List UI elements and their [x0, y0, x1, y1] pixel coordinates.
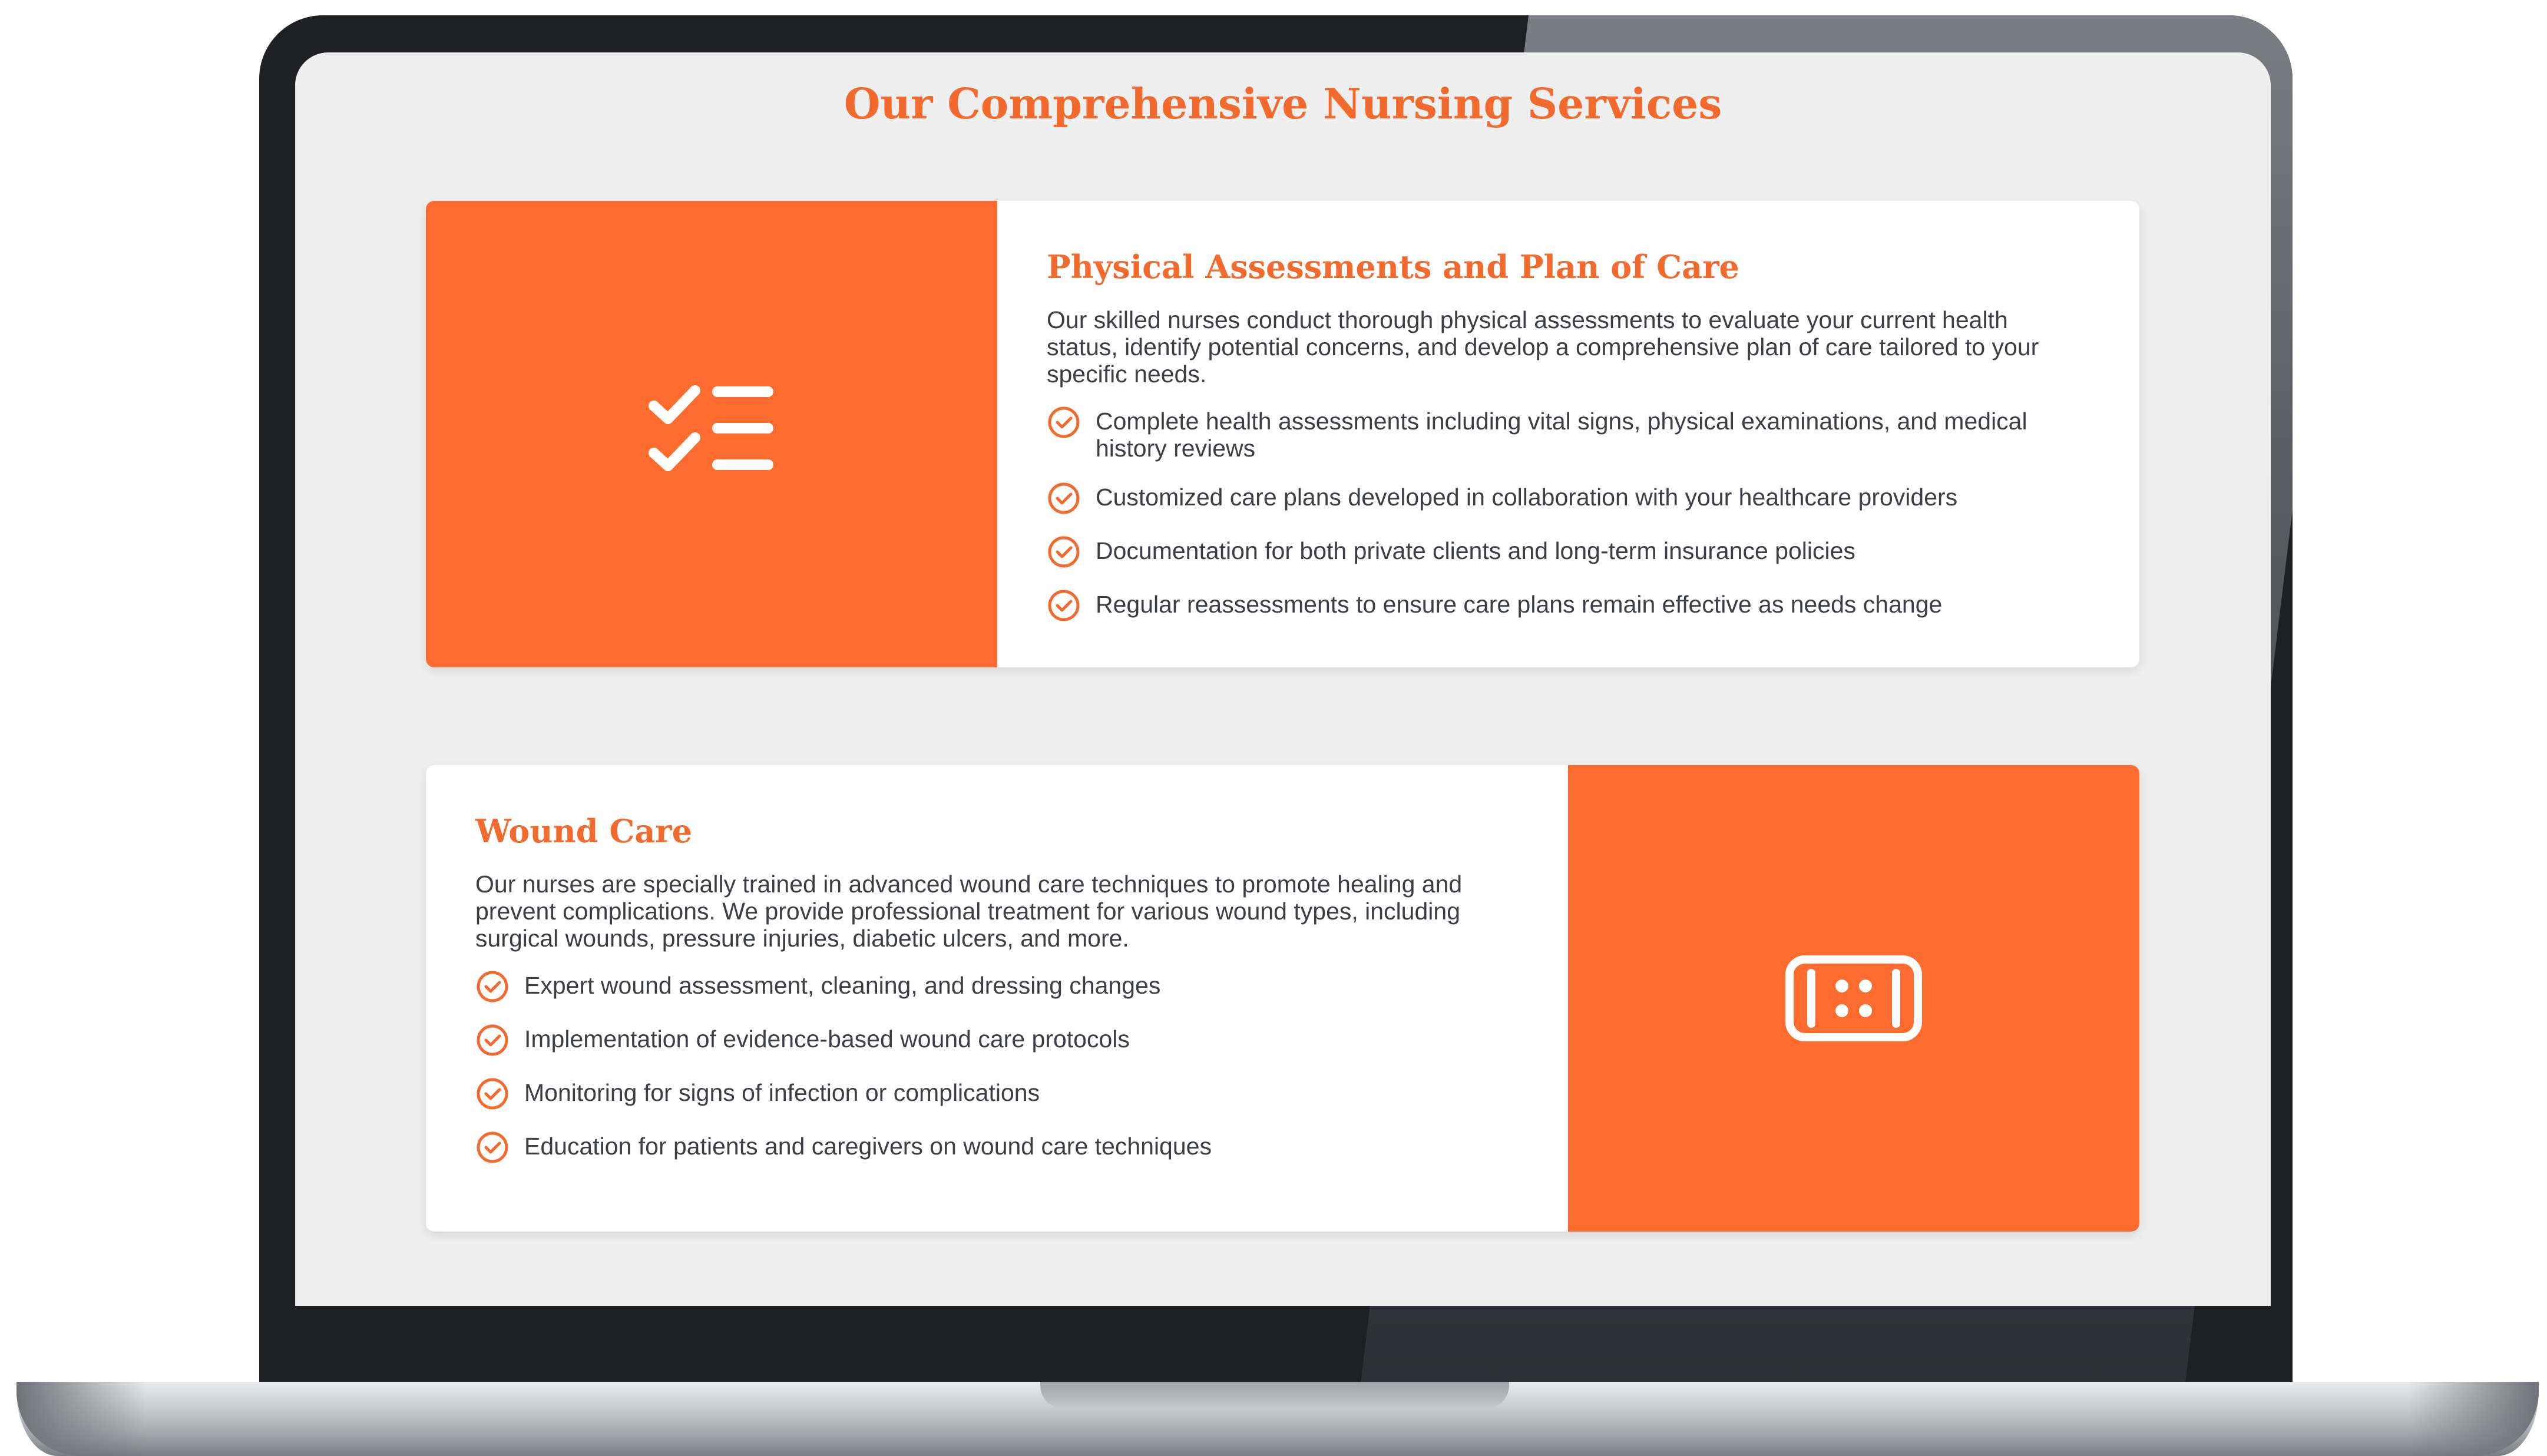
- feature-item: Customized care plans developed in colla…: [1047, 482, 2090, 515]
- check-circle-icon: [477, 1131, 508, 1163]
- check-circle-icon: [477, 971, 508, 1002]
- service-description: Our skilled nurses conduct thorough phys…: [1047, 306, 2039, 388]
- feature-list: Complete health assessments including vi…: [1047, 406, 2090, 623]
- feature-item: Expert wound assessment, cleaning, and d…: [475, 971, 1519, 1004]
- feature-list: Expert wound assessment, cleaning, and d…: [475, 971, 1519, 1164]
- check-circle-icon: [1048, 536, 1080, 568]
- page-title: Our Comprehensive Nursing Services: [844, 79, 1722, 128]
- screen: Our Comprehensive Nursing Services Physi…: [295, 52, 2271, 1306]
- feature-item: Education for patients and caregivers on…: [475, 1131, 1519, 1164]
- feature-item: Regular reassessments to ensure care pla…: [1047, 590, 2090, 623]
- service-card-wound-care: Wound Care Our nurses are specially trai…: [426, 765, 2139, 1232]
- check-circle-icon: [1048, 482, 1080, 514]
- feature-text: Education for patients and caregivers on…: [524, 1132, 1212, 1160]
- service-content: Physical Assessments and Plan of Care Ou…: [997, 201, 2139, 667]
- check-circle-icon: [477, 1078, 508, 1110]
- service-media: [1568, 765, 2139, 1232]
- check-circle-icon: [1048, 590, 1080, 621]
- feature-text: Expert wound assessment, cleaning, and d…: [524, 971, 1161, 999]
- check-circle-icon: [1048, 406, 1080, 438]
- service-card-physical-assessments: Physical Assessments and Plan of Care Ou…: [426, 201, 2139, 667]
- feature-text: Monitoring for signs of infection or com…: [524, 1078, 1040, 1106]
- service-title: Physical Assessments and Plan of Care: [1047, 248, 1739, 286]
- feature-item: Complete health assessments including vi…: [1047, 406, 2090, 462]
- feature-text: Regular reassessments to ensure care pla…: [1096, 590, 1943, 618]
- service-description: Our nurses are specially trained in adva…: [475, 870, 1463, 952]
- bandage-icon: [1785, 955, 1922, 1041]
- feature-item: Implementation of evidence-based wound c…: [475, 1024, 1519, 1057]
- feature-text: Documentation for both private clients a…: [1096, 537, 1855, 564]
- checklist-icon: [649, 385, 773, 471]
- service-title: Wound Care: [475, 812, 693, 850]
- feature-text: Customized care plans developed in colla…: [1096, 483, 1958, 511]
- check-circle-icon: [477, 1024, 508, 1056]
- feature-item: Documentation for both private clients a…: [1047, 536, 2090, 569]
- service-content: Wound Care Our nurses are specially trai…: [426, 765, 1568, 1232]
- laptop-notch: [1040, 1382, 1509, 1409]
- feature-item: Monitoring for signs of infection or com…: [475, 1078, 1519, 1111]
- feature-text: Complete health assessments including vi…: [1096, 407, 2027, 462]
- service-media: [426, 201, 997, 667]
- feature-text: Implementation of evidence-based wound c…: [524, 1025, 1130, 1053]
